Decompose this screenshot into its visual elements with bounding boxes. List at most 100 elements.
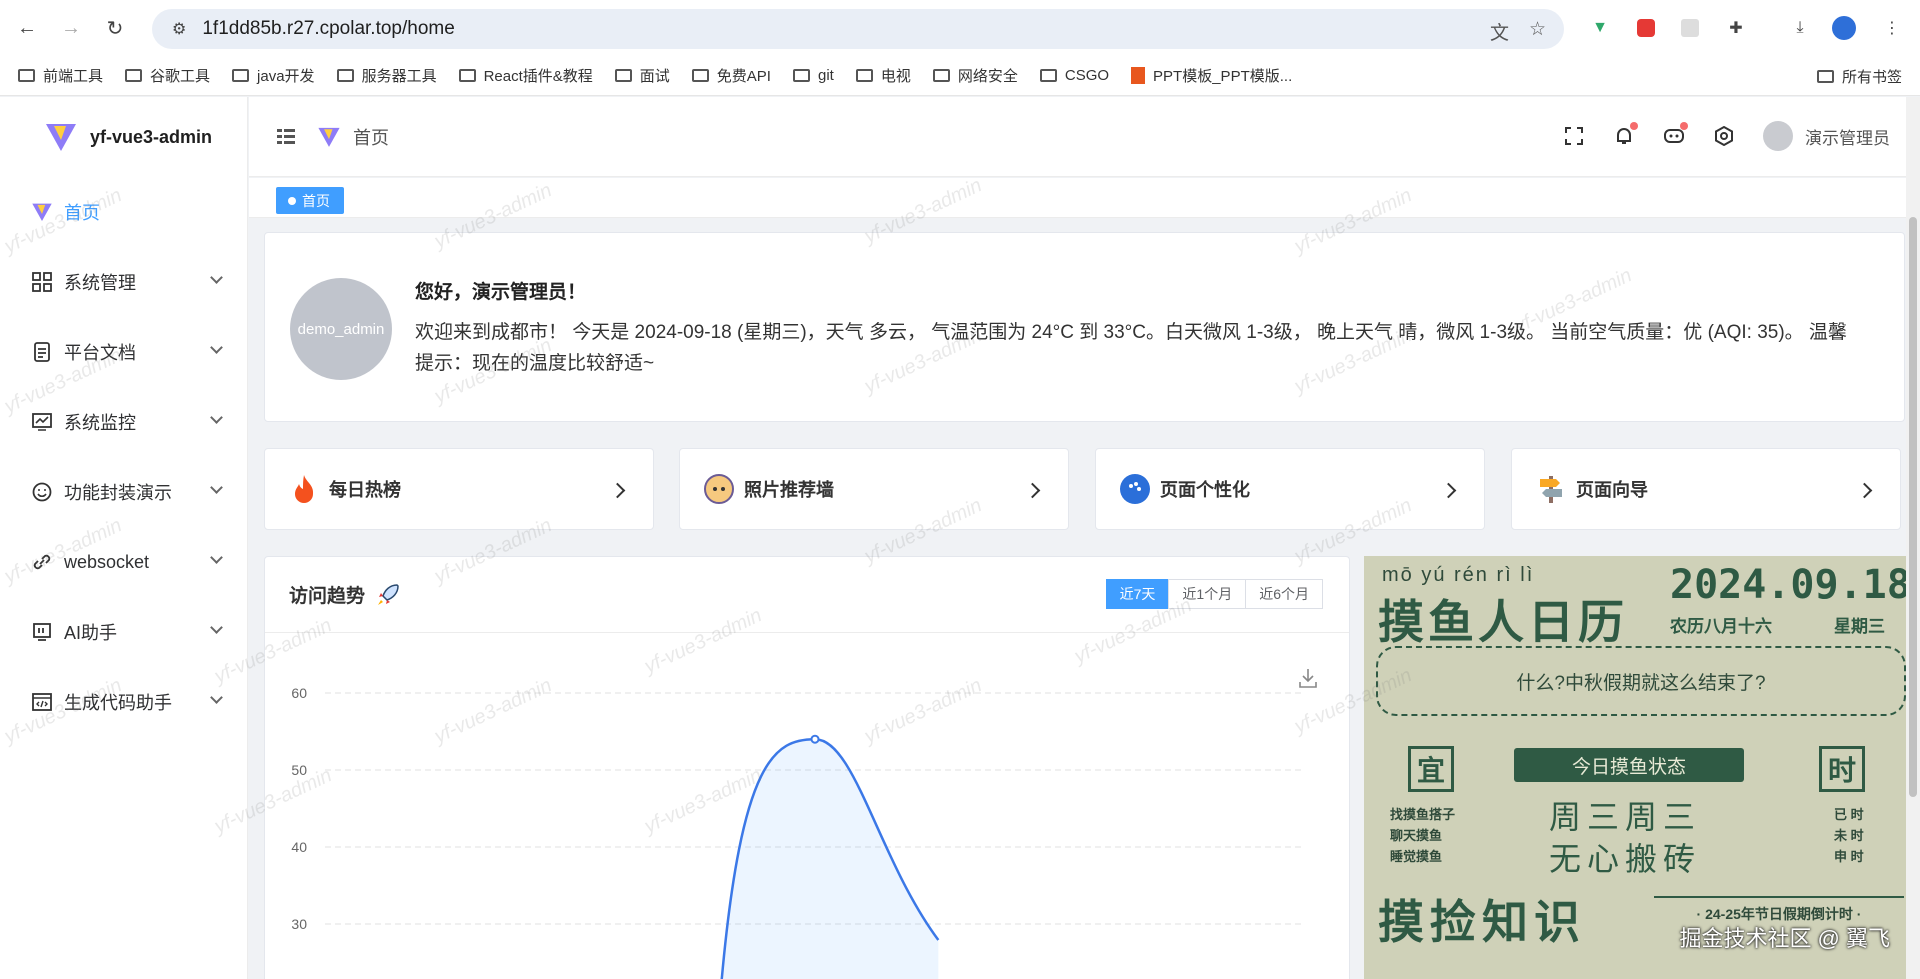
bookmark-label: 前端工具 — [43, 68, 104, 85]
document-icon — [30, 340, 54, 364]
bookmark-item[interactable]: 服务器工具 — [336, 65, 437, 86]
collapse-menu-icon[interactable] — [277, 128, 295, 145]
link-icon — [30, 550, 54, 574]
sidebar-item-label: AI助手 — [64, 623, 118, 643]
settings-icon[interactable] — [1713, 125, 1735, 147]
back-icon[interactable]: ← — [10, 11, 44, 45]
url-text: 1f1dd85b.r27.cpolar.top/home — [202, 18, 455, 39]
tag-label: 首页 — [302, 192, 330, 209]
quick-link-label: 页面个性化 — [1160, 480, 1250, 500]
fish-calendar-poster: mō yú rén rì lì 摸鱼人日历 2024.09.18 农历八月十六 … — [1364, 556, 1920, 979]
bookmark-label: 免费API — [716, 68, 771, 85]
reload-icon[interactable]: ↻ — [98, 11, 132, 45]
sidebar-item-label: 平台文档 — [64, 343, 136, 363]
poster-question: 什么?中秋假期就这么结束了? — [1376, 646, 1906, 716]
sidebar: yf-vue3-admin 首页 系统管理平台文档系统监控功能封装演示 websoc… — [0, 97, 248, 979]
bookmark-label: git — [817, 67, 834, 84]
app-name: yf-vue3-admin — [90, 126, 213, 147]
quick-link-photo[interactable]: 照片推荐墙 — [679, 448, 1069, 530]
message-icon[interactable] — [1663, 122, 1688, 147]
bookmark-label: 服务器工具 — [361, 68, 437, 85]
range-6m[interactable]: 近6个月 — [1245, 579, 1323, 609]
forward-icon[interactable]: → — [54, 11, 88, 45]
bookmark-item[interactable]: 前端工具 — [18, 65, 103, 86]
bookmark-label: 面试 — [639, 68, 670, 85]
bookmark-item[interactable]: 面试 — [614, 65, 670, 86]
smile-icon — [30, 480, 54, 504]
poster-shi-item: 已 时 — [1834, 807, 1864, 822]
chevron-down-icon — [210, 271, 223, 284]
translate-icon[interactable]: 文 — [1490, 18, 1509, 45]
user-name[interactable]: 演示管理员 — [1805, 124, 1890, 149]
vue-devtools-icon[interactable]: ▼ — [1588, 16, 1612, 40]
poster-shi-item: 未 时 — [1834, 828, 1864, 843]
sidebar-item-1[interactable]: 系统管理 — [0, 247, 247, 317]
quick-link-theme[interactable]: 页面个性化 — [1095, 448, 1485, 530]
sidebar-item-0[interactable]: 首页 — [0, 177, 247, 247]
quick-link-hot[interactable]: 每日热榜 — [264, 448, 654, 530]
chevron-right-icon — [1856, 482, 1873, 499]
chevron-right-icon — [1024, 482, 1041, 499]
star-icon[interactable]: ☆ — [1529, 18, 1546, 45]
sidebar-item-7[interactable]: 生成代码助手 — [0, 667, 247, 737]
sidebar-item-6[interactable]: AI助手 — [0, 597, 247, 667]
app-logo[interactable]: yf-vue3-admin — [0, 97, 247, 177]
bookmark-label: 网络安全 — [957, 68, 1018, 85]
bookmark-item[interactable]: 网络安全 — [932, 65, 1018, 86]
sidebar-item-3[interactable]: 系统监控 — [0, 387, 247, 457]
sidebar-item-4[interactable]: 功能封装演示 — [0, 457, 247, 527]
poster-countdown: · 24-25年节日假期倒计时 · — [1654, 896, 1904, 924]
bookmark-label: React插件&教程 — [483, 68, 593, 85]
trend-card: 访问趋势 近7天 近1个月 近6个月 30 40 50 60 — [264, 556, 1350, 979]
poster-shi: 时 — [1819, 746, 1865, 792]
range-7d[interactable]: 近7天 — [1105, 579, 1170, 609]
browser-menu-icon[interactable]: ⋮ — [1880, 16, 1904, 40]
address-bar[interactable]: ⚙ 1f1dd85b.r27.cpolar.top/home 文 ☆ — [152, 9, 1564, 49]
poster-shi-list: 已 时 未 时 申 时 — [1834, 804, 1864, 867]
trend-chart: 30 40 50 60 — [291, 685, 1305, 979]
bookmark-item[interactable]: 谷歌工具 — [125, 65, 210, 86]
sidebar-item-label: 系统监控 — [64, 413, 136, 433]
site-info-icon[interactable]: ⚙ — [172, 19, 186, 39]
bookmark-item[interactable]: CSGO — [1039, 67, 1109, 84]
extensions-icon[interactable]: ✚ — [1724, 16, 1748, 40]
quick-link-guide[interactable]: 页面向导 — [1511, 448, 1901, 530]
juejin-watermark: 掘金技术社区 @ 翼飞 — [1679, 926, 1890, 951]
bookmark-item[interactable]: PPT模板_PPT模版... — [1131, 65, 1292, 86]
fullscreen-icon[interactable] — [1563, 125, 1585, 147]
poster-status-line2: 无心搬砖 — [1549, 841, 1702, 877]
download-icon[interactable]: ⤓ — [1788, 16, 1812, 40]
profile-icon[interactable] — [1832, 16, 1856, 40]
ppt-icon — [1131, 67, 1146, 84]
folder-icon — [232, 69, 250, 82]
page-scrollbar[interactable] — [1906, 97, 1920, 979]
bell-icon[interactable] — [1613, 122, 1638, 147]
scrollbar-thumb[interactable] — [1909, 217, 1917, 797]
sidebar-item-5[interactable]: websocket — [0, 527, 247, 597]
bookmark-item[interactable]: git — [792, 67, 834, 84]
range-1m[interactable]: 近1个月 — [1168, 579, 1247, 609]
bookmark-item[interactable]: React插件&教程 — [458, 65, 593, 86]
extension-gray-icon[interactable] — [1678, 16, 1702, 40]
poster-yi: 宜 — [1408, 746, 1454, 792]
avatar[interactable] — [1763, 121, 1793, 151]
app-header: 首页 演示管理员 — [249, 97, 1920, 177]
bookmark-item[interactable]: 电视 — [855, 65, 911, 86]
breadcrumb[interactable]: 首页 — [353, 124, 389, 150]
chevron-right-icon — [1440, 482, 1457, 499]
bookmark-item[interactable]: java开发 — [232, 65, 315, 86]
poster-lunar: 农历八月十六 — [1670, 617, 1772, 636]
fire-icon — [289, 474, 319, 504]
extension-red-icon[interactable] — [1634, 16, 1658, 40]
poster-yi-item: 聊天摸鱼 — [1390, 828, 1443, 843]
tag-home[interactable]: 首页 — [276, 187, 344, 214]
chevron-right-icon — [609, 482, 626, 499]
bookmark-item[interactable]: 免费API — [691, 65, 771, 86]
poster-pinyin: mō yú rén rì lì — [1382, 564, 1535, 586]
message-dot — [1680, 122, 1688, 130]
folder-icon — [125, 69, 143, 82]
bookmark-label: 电视 — [880, 68, 911, 85]
all-bookmarks[interactable]: 所有书签 — [1816, 66, 1902, 87]
sidebar-item-2[interactable]: 平台文档 — [0, 317, 247, 387]
folder-icon — [614, 69, 632, 82]
